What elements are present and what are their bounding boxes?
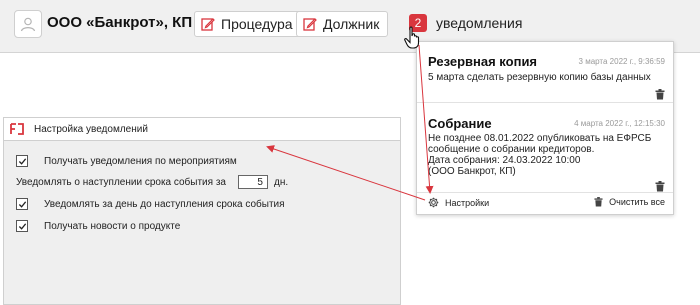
edit-icon <box>303 17 317 31</box>
notifications-label: уведомления <box>436 15 523 31</box>
option-day-before-row: Уведомлять за день до наступления срока … <box>16 198 285 210</box>
notification-date: 3 марта 2022 г., 9:36:59 <box>578 57 665 66</box>
news-checkbox[interactable] <box>16 220 28 232</box>
app-logo-icon <box>10 123 24 135</box>
notification-title: Собрание <box>428 116 492 131</box>
procedure-button[interactable]: Процедура <box>194 11 302 37</box>
option-news-row: Получать новости о продукте <box>16 220 180 232</box>
checkmark-icon <box>18 200 26 208</box>
clear-all-button[interactable]: Очистить все <box>594 197 665 207</box>
events-checkbox[interactable] <box>16 155 28 167</box>
notifications-popup: Резервная копия 3 марта 2022 г., 9:36:59… <box>416 41 674 215</box>
deadline-days-input[interactable]: 5 <box>237 175 268 189</box>
notification-date: 4 марта 2022 г., 12:15:30 <box>574 119 665 128</box>
notification-item: Собрание 4 марта 2022 г., 12:15:30 Не по… <box>417 102 673 192</box>
notification-body: Не позднее 08.01.2022 опубликовать на ЕФ… <box>428 133 668 177</box>
user-icon <box>19 15 37 33</box>
notification-line: сообщение о собрании кредиторов. <box>428 144 595 155</box>
gear-icon <box>428 197 439 208</box>
day-before-checkbox[interactable] <box>16 198 28 210</box>
checkmark-icon <box>18 157 26 165</box>
option-events-row: Получать уведомления по мероприятиям <box>16 155 237 167</box>
day-before-label: Уведомлять за день до наступления срока … <box>44 198 285 210</box>
notification-line: Не позднее 08.01.2022 опубликовать на ЕФ… <box>428 133 652 144</box>
notification-settings-panel: Настройка уведомлений Получать уведомлен… <box>3 117 401 305</box>
notification-line: (ООО Банкрот, КП) <box>428 166 516 177</box>
settings-button[interactable]: Настройки <box>428 197 489 208</box>
company-name[interactable]: ООО «Банкрот», КП <box>47 14 192 31</box>
clear-all-label: Очистить все <box>609 197 665 207</box>
news-label: Получать новости о продукте <box>44 220 181 232</box>
company-avatar[interactable] <box>14 10 42 38</box>
trash-icon <box>594 197 603 207</box>
notification-item: Резервная копия 3 марта 2022 г., 9:36:59… <box>417 42 673 100</box>
notification-title: Резервная копия <box>428 54 538 69</box>
deadline-prefix: Уведомлять о наступлении срока события з… <box>16 176 226 188</box>
events-label: Получать уведомления по мероприятиям <box>44 155 237 167</box>
settings-label: Настройки <box>445 197 490 208</box>
panel-header: Настройка уведомлений <box>4 118 400 141</box>
deadline-suffix: дн. <box>273 176 289 188</box>
panel-title: Настройка уведомлений <box>34 123 148 135</box>
debtor-label: Должник <box>323 16 380 32</box>
checkmark-icon <box>18 222 26 230</box>
notifications-footer: Настройки Очистить все <box>417 192 673 214</box>
procedure-label: Процедура <box>221 16 293 32</box>
debtor-button[interactable]: Должник <box>296 11 389 37</box>
notifications-button[interactable]: 2 уведомления <box>409 12 522 34</box>
notification-body: 5 марта сделать резервную копию базы дан… <box>428 72 668 83</box>
notification-line: 5 марта сделать резервную копию базы дан… <box>428 72 651 83</box>
notification-line: Дата собрания: 24.03.2022 10:00 <box>428 155 581 166</box>
hand-cursor-icon <box>403 26 425 49</box>
trash-icon[interactable] <box>655 87 665 100</box>
trash-icon[interactable] <box>655 179 665 192</box>
deadline-row: Уведомлять о наступлении срока события з… <box>16 175 288 189</box>
edit-icon <box>201 17 215 31</box>
